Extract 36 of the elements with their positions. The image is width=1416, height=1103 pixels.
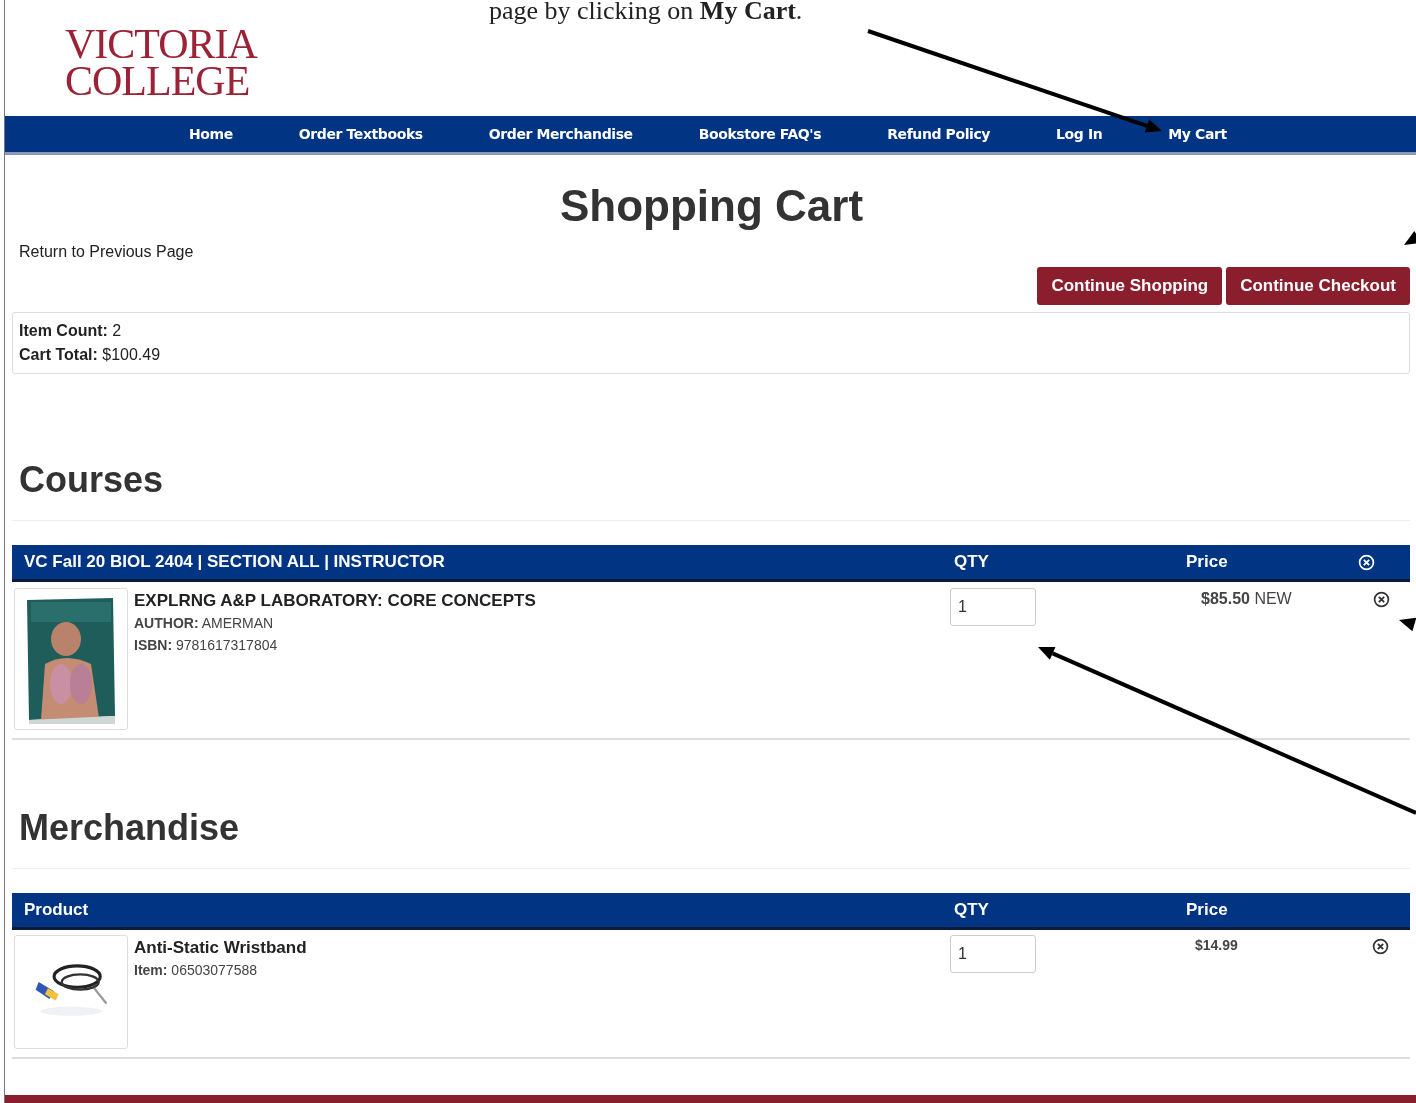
section-heading: Merchandise: [19, 806, 240, 850]
cart-button[interactable]: Continue Shopping: [1037, 267, 1223, 305]
section-heading: Courses: [19, 458, 164, 502]
nav-link[interactable]: Bookstore FAQ's: [698, 126, 822, 142]
product-title: Anti-Static Wristband: [134, 937, 307, 959]
column-header: QTY: [953, 552, 990, 572]
product-detail: AUTHOR: AMERMAN: [134, 614, 275, 633]
nav-link[interactable]: My Cart: [1168, 126, 1227, 142]
remove-icon[interactable]: [1372, 938, 1389, 955]
product-detail: ISBN: 9781617317804: [134, 636, 279, 655]
caption-text: page by clicking on My Cart.: [489, 0, 803, 24]
remove-icon[interactable]: [1373, 591, 1390, 608]
column-header: Price: [1185, 900, 1229, 920]
column-header: QTY: [953, 900, 990, 920]
page-title: Shopping Cart: [560, 181, 864, 231]
product-title: EXPLRNG A&P LABORATORY: CORE CONCEPTS: [134, 590, 536, 612]
price-text: $14.99: [1194, 936, 1239, 955]
price-text: $85.50 NEW: [1200, 589, 1293, 609]
annotation-arrow: [1399, 617, 1416, 632]
column-header: VC Fall 20 BIOL 2404 | SECTION ALL | INSTRUCTOR: [23, 552, 446, 572]
column-header: Product: [23, 900, 90, 920]
nav-link[interactable]: Order Merchandise: [488, 126, 633, 142]
nav-link[interactable]: Refund Policy: [887, 126, 991, 142]
summary-text: Item Count: 2: [19, 321, 123, 341]
column-header: Price: [1185, 552, 1229, 572]
nav-link[interactable]: Home: [189, 126, 233, 142]
product-detail: Item: 06503077588: [134, 961, 258, 980]
cart-button[interactable]: Continue Checkout: [1226, 267, 1410, 305]
nav-link[interactable]: Order Textbooks: [298, 126, 423, 142]
nav-link[interactable]: Log In: [1056, 126, 1103, 142]
college-logo[interactable]: VICTORIA COLLEGE: [65, 26, 257, 100]
quantity-field[interactable]: 1: [950, 935, 1036, 973]
return-link[interactable]: Return to Previous Page: [19, 243, 194, 261]
annotation-arrow: [1404, 230, 1416, 245]
summary-text: Cart Total: $100.49: [19, 345, 162, 365]
quantity-field[interactable]: 1: [950, 588, 1036, 626]
